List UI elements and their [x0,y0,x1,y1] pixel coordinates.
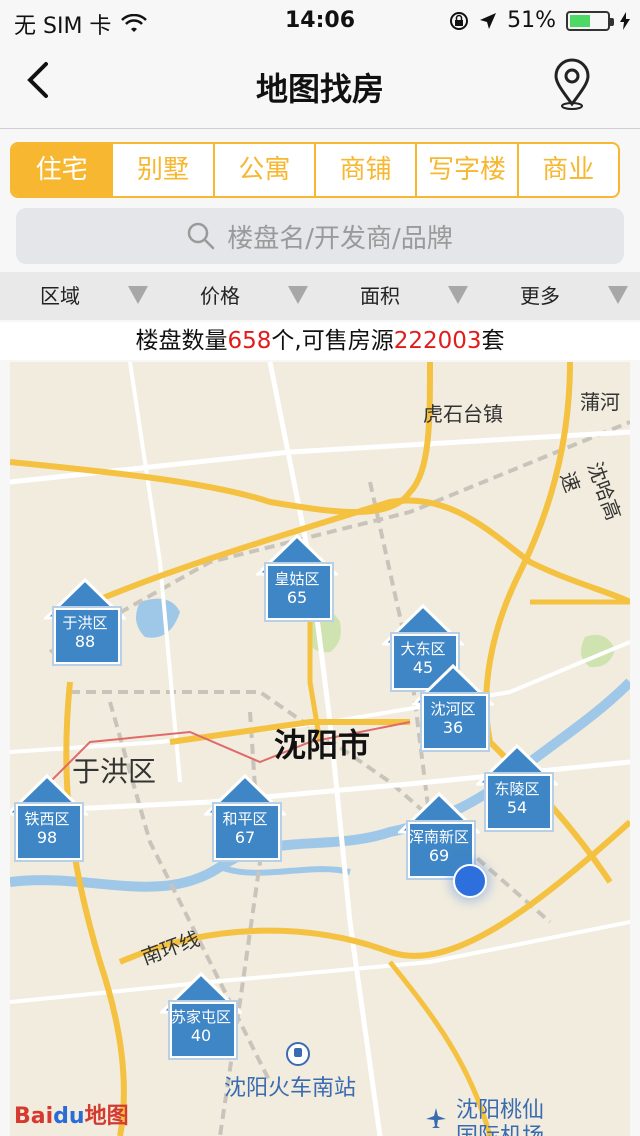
map-city-label: 沈阳市 [274,726,371,764]
dropdown-arrow-icon [128,286,148,304]
tab-villa[interactable]: 别墅 [113,144,215,196]
search-input[interactable]: 楼盘名/开发商/品牌 [16,208,624,264]
charging-icon [620,11,630,30]
filter-size[interactable]: 面积 [320,272,480,320]
tab-apartment[interactable]: 公寓 [215,144,316,196]
district-pin-huanggu[interactable]: 皇姑区 65 [256,534,338,620]
district-pin-dongling[interactable]: 东陵区 54 [476,744,558,830]
train-station-icon [286,1042,310,1066]
pin-district-name: 东陵区 [494,780,540,798]
district-pin-sujiatun[interactable]: 苏家屯区 40 [160,972,242,1058]
pin-count: 65 [286,588,308,607]
tab-residential[interactable]: 住宅 [12,144,114,196]
pin-district-name: 大东区 [400,640,446,658]
dropdown-arrow-icon [288,286,308,304]
pin-district-name: 和平区 [222,810,268,828]
airport-icon [426,1108,446,1128]
pin-count: 36 [442,718,464,737]
district-pin-tiexi[interactable]: 铁西区 98 [10,774,88,860]
map-label-hushitai: 虎石台镇 [423,402,503,426]
status-bar: 无 SIM 卡 14:06 51% [0,0,640,40]
logo-part: Bai [14,1104,54,1129]
filter-label: 价格 [200,284,240,308]
pin-count: 54 [506,798,528,817]
pin-count: 88 [74,632,96,651]
location-pin-icon [554,58,590,110]
filter-label: 更多 [520,284,560,308]
pin-count: 98 [36,828,58,847]
filter-bar: 区域 价格 面积 更多 [0,272,640,320]
tab-office[interactable]: 写字楼 [417,144,519,196]
search-placeholder: 楼盘名/开发商/品牌 [227,223,453,254]
house-count: 222003 [393,328,482,354]
pin-count: 67 [234,828,256,847]
map-label-airport-line2: 国际机场 [456,1118,544,1136]
summary-mid: 个,可售房源 [271,328,394,354]
map-view[interactable]: 虎石台镇 蒲河 沈哈高速 于洪区 南环线 沈阳火车南站 沈阳桃仙 国际机场 沈阳… [10,362,630,1136]
filter-label: 区域 [40,284,80,308]
search-icon [187,222,215,250]
filter-price[interactable]: 价格 [160,272,320,320]
page-title: 地图找房 [255,70,384,108]
project-count: 658 [227,328,272,354]
pin-district-name: 于洪区 [62,614,108,632]
dropdown-arrow-icon [608,286,628,304]
map-label-puhe: 蒲河 [580,390,620,414]
pin-count: 40 [190,1026,212,1045]
pin-count: 69 [428,846,450,865]
summary-prefix: 楼盘数量 [135,328,228,354]
district-pin-shenhe[interactable]: 沈河区 36 [412,664,494,750]
logo-part: du [53,1104,85,1129]
pin-district-name: 沈河区 [430,700,476,718]
filter-label: 面积 [360,284,400,308]
rotation-lock-icon [450,11,469,30]
dropdown-arrow-icon [448,286,468,304]
listing-summary: 楼盘数量658个,可售房源222003套 [0,322,640,360]
summary-suffix: 套 [481,328,505,354]
location-arrow-icon [480,12,497,29]
tab-commercial[interactable]: 商业 [519,144,618,196]
pin-district-name: 铁西区 [24,810,70,828]
filter-area[interactable]: 区域 [0,272,160,320]
battery-percent: 51% [507,8,556,33]
baidu-map-logo: Baidu地图 [14,1098,129,1130]
district-pin-heping[interactable]: 和平区 67 [204,774,286,860]
filter-more[interactable]: 更多 [480,272,640,320]
district-pin-yuhong[interactable]: 于洪区 88 [44,578,126,664]
pin-district-name: 皇姑区 [274,570,320,588]
map-label-south-station: 沈阳火车南站 [224,1076,357,1101]
current-location-dot [453,864,487,898]
logo-part: 地图 [84,1104,129,1129]
pin-district-name: 浑南新区 [408,828,469,846]
property-type-tabs: 住宅 别墅 公寓 商铺 写字楼 商业 [10,142,620,198]
battery-level-fill [570,14,591,27]
tab-shop[interactable]: 商铺 [316,144,418,196]
battery-icon [566,10,614,31]
navigation-bar: 地图找房 [0,40,640,129]
pin-district-name: 苏家屯区 [170,1008,231,1026]
locate-button[interactable] [552,58,592,110]
